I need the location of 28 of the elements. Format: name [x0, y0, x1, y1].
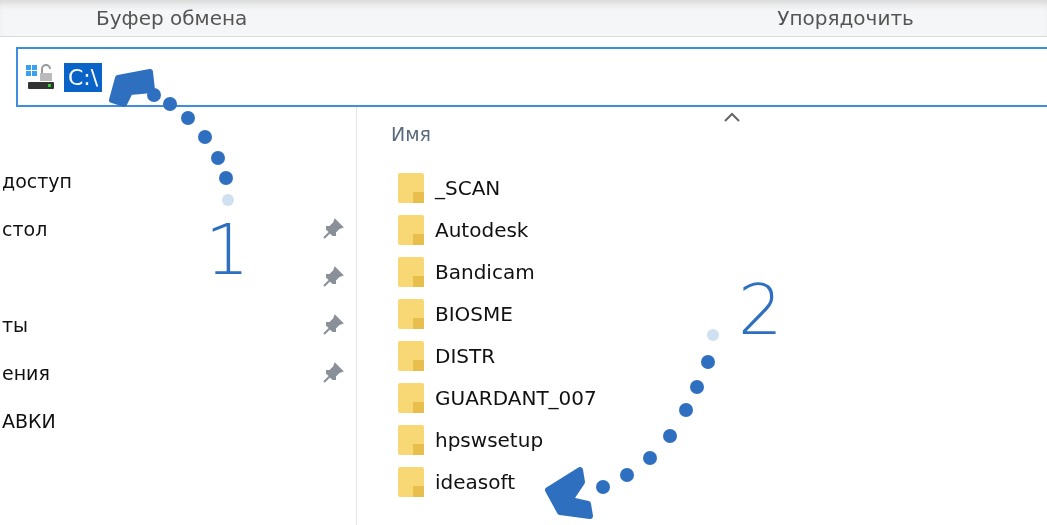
- nav-item[interactable]: АВКИ: [2, 410, 56, 432]
- folder-icon: [397, 340, 425, 372]
- folder-icon: [397, 466, 425, 498]
- ribbon-group-label: Буфер обмена: [96, 8, 248, 28]
- nav-item[interactable]: ты: [2, 314, 29, 336]
- folder-name[interactable]: hpswsetup: [435, 428, 544, 452]
- folder-icon: [397, 172, 425, 204]
- folder-name[interactable]: ideasoft: [435, 470, 515, 494]
- folder-icon: [397, 214, 425, 246]
- folder-name[interactable]: GUARDANT_007: [435, 386, 597, 410]
- nav-item[interactable]: стол: [2, 218, 48, 240]
- folder-name[interactable]: _SCAN: [435, 176, 501, 200]
- folder-icon: [397, 424, 425, 456]
- address-bar[interactable]: C:\: [16, 47, 1047, 107]
- column-header[interactable]: Имя: [391, 123, 431, 145]
- folder-icon: [397, 256, 425, 288]
- folder-name[interactable]: Autodesk: [435, 218, 529, 242]
- folder-name[interactable]: DISTR: [435, 344, 496, 368]
- folder-name[interactable]: Bandicam: [435, 260, 535, 284]
- nav-item[interactable]: ения: [2, 362, 50, 384]
- address-path[interactable]: C:\: [64, 62, 103, 92]
- folder-icon: [397, 298, 425, 330]
- folder-icon: [397, 382, 425, 414]
- ribbon-group-label: Упорядочить: [777, 8, 914, 28]
- step-number: 1: [205, 215, 250, 285]
- step-number: 2: [738, 275, 783, 345]
- folder-name[interactable]: BIOSME: [435, 302, 513, 326]
- nav-item[interactable]: доступ: [2, 170, 72, 192]
